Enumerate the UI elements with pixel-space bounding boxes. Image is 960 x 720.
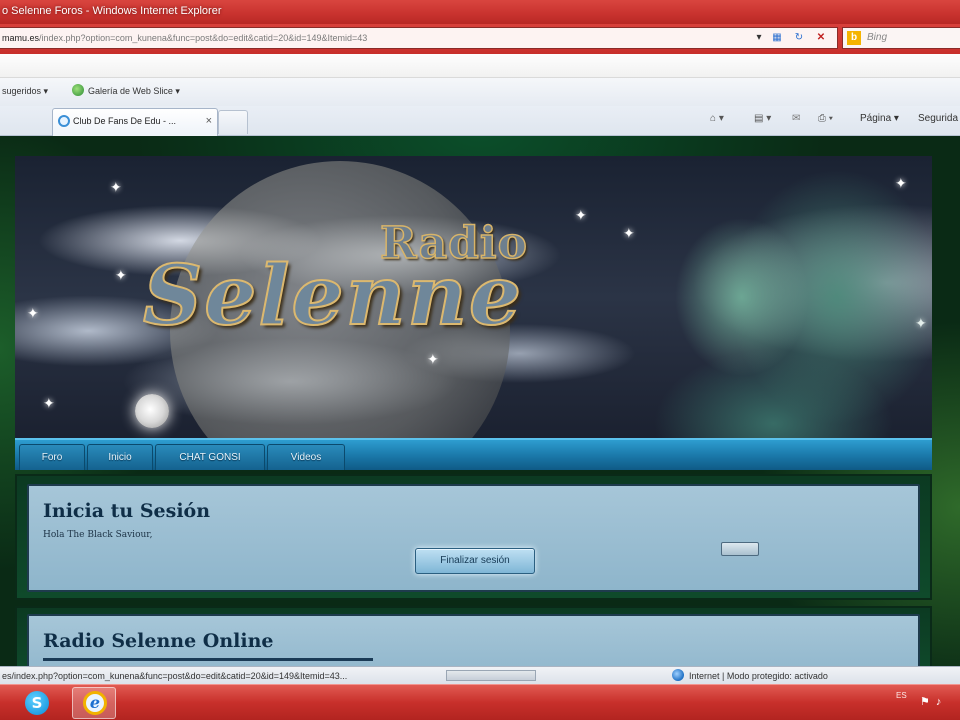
online-module-frame: Radio Selenne Online (15, 606, 932, 666)
close-tab-icon[interactable]: × (206, 109, 212, 133)
web-page: ✦ ✦ ✦ ✦ ✦ ✦ ✦ ✦ ✦ Radio Selenne Foro Ini… (0, 136, 960, 666)
star-icon: ✦ (110, 179, 122, 195)
print-icon[interactable]: ⎙ ▾ (818, 110, 833, 128)
taskbar: S e ES ⚑♪ (0, 684, 960, 720)
nav-tab-foro[interactable]: Foro (19, 444, 85, 470)
status-url: es/index.php?option=com_kunena&func=post… (2, 671, 348, 681)
web-slice-icon (72, 84, 84, 96)
compatibility-view-icon[interactable]: ▦ (768, 30, 786, 46)
web-slice-gallery-label: Galería de Web Slice (88, 86, 173, 96)
site-banner: ✦ ✦ ✦ ✦ ✦ ✦ ✦ ✦ ✦ Radio Selenne (15, 156, 932, 438)
login-panel-title: Inicia tu Sesión (43, 500, 211, 522)
online-panel: Radio Selenne Online (27, 614, 920, 666)
refresh-icon[interactable]: ↻ (790, 30, 808, 46)
window-titlebar: o Selenne Foros - Windows Internet Explo… (0, 0, 960, 24)
security-zone-label: Internet | Modo protegido: activado (689, 671, 828, 681)
address-bar[interactable]: mamu.es/index.php?option=com_kunena&func… (0, 27, 838, 49)
address-domain: mamu.es (2, 33, 40, 43)
star-icon: ✦ (575, 207, 587, 223)
nav-tab-videos[interactable]: Videos (267, 444, 345, 470)
tray-icons[interactable]: ⚑♪ (920, 695, 947, 708)
mail-icon[interactable]: ✉ (792, 110, 800, 128)
logo-selenne-text: Selenne (142, 247, 524, 345)
flag-icon[interactable]: ⚑ (920, 696, 936, 708)
address-dropdown-icon[interactable]: ▾ (750, 30, 768, 46)
logout-button[interactable]: Finalizar sesión (415, 548, 535, 574)
star-icon: ✦ (427, 351, 439, 367)
browser-tab-active[interactable]: Club De Fans De Edu - ... × (52, 108, 218, 136)
title-underline (43, 658, 373, 661)
search-input[interactable]: b Bing (842, 27, 960, 49)
new-tab-button[interactable] (218, 110, 248, 134)
status-bar: es/index.php?option=com_kunena&func=post… (0, 666, 960, 684)
favorites-bar: sugeridos ▾ Galería de Web Slice ▾ (0, 78, 960, 106)
taskbar-ie-button[interactable]: e (72, 687, 116, 719)
window-title: o Selenne Foros - Windows Internet Explo… (2, 5, 222, 17)
safety-menu-button[interactable]: Segurida (918, 110, 958, 128)
bing-icon: b (847, 31, 861, 45)
address-path: /index.php?option=com_kunena&func=post&d… (39, 33, 368, 43)
site-nav: Foro Inicio CHAT GONSI Videos (15, 438, 932, 470)
login-module-frame: Inicia tu Sesión Hola The Black Saviour,… (15, 474, 932, 600)
progress-bar (446, 670, 536, 681)
page-menu-button[interactable]: Página ▾ (860, 110, 899, 128)
greeting-text: Hola The Black Saviour, (43, 530, 153, 540)
search-placeholder: Bing (867, 32, 888, 43)
nav-tab-chat[interactable]: CHAT GONSI (155, 444, 265, 470)
security-zone[interactable]: Internet | Modo protegido: activado (672, 668, 828, 684)
chevron-down-icon: ▾ (43, 86, 49, 96)
internet-explorer-icon: e (83, 691, 107, 715)
globe-icon (672, 669, 684, 681)
nav-tab-inicio[interactable]: Inicio (87, 444, 153, 470)
small-moon-illustration (135, 394, 169, 428)
suggested-sites-label: sugeridos (2, 86, 42, 96)
menu-bar (0, 54, 960, 78)
taskbar-skype-button[interactable]: S (16, 687, 60, 719)
home-icon[interactable]: ⌂ ▾ (710, 110, 724, 128)
skype-icon: S (25, 691, 49, 715)
address-row: mamu.es/index.php?option=com_kunena&func… (0, 24, 960, 54)
star-icon: ✦ (27, 305, 39, 321)
feeds-icon[interactable]: ▤ ▾ (754, 110, 771, 128)
language-indicator[interactable]: ES (896, 691, 907, 700)
tab-title: Club De Fans De Edu - ... (73, 116, 177, 126)
angel-illustration (615, 156, 932, 438)
tab-row: Club De Fans De Edu - ... × (0, 106, 960, 136)
chevron-down-icon: ▾ (175, 86, 180, 96)
star-icon: ✦ (115, 267, 127, 283)
login-panel: Inicia tu Sesión Hola The Black Saviour,… (27, 484, 920, 592)
stop-icon[interactable]: ✕ (812, 30, 830, 46)
safety-menu-label: Segurida (918, 113, 959, 124)
page-menu-label: Página (860, 113, 892, 124)
web-slice-gallery-button[interactable]: Galería de Web Slice ▾ (72, 78, 180, 104)
small-button[interactable] (721, 542, 759, 556)
suggested-sites-button[interactable]: sugeridos ▾ (2, 78, 48, 104)
volume-icon[interactable]: ♪ (936, 696, 948, 708)
star-icon: ✦ (43, 395, 55, 411)
tab-favicon-icon (58, 115, 70, 127)
online-panel-title: Radio Selenne Online (43, 630, 274, 652)
